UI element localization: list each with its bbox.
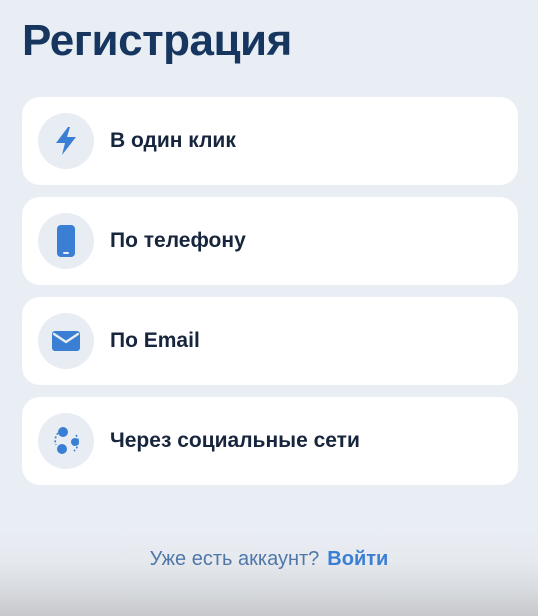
bottom-shade [0, 531, 538, 616]
option-label: По телефону [110, 229, 246, 252]
login-prompt: Уже есть аккаунт? Войти [0, 548, 538, 571]
login-prompt-text: Уже есть аккаунт? [149, 548, 320, 570]
login-link[interactable]: Войти [327, 548, 388, 570]
phone-icon [57, 225, 75, 257]
option-one-click[interactable]: В один клик [22, 97, 518, 185]
icon-badge [38, 413, 94, 469]
option-label: По Email [110, 329, 200, 352]
icon-badge [38, 213, 94, 269]
registration-options: В один клик По телефону По Email Через с… [22, 97, 518, 485]
icon-badge [38, 113, 94, 169]
icon-badge [38, 313, 94, 369]
option-label: В один клик [110, 129, 236, 152]
lightning-icon [56, 127, 76, 155]
social-network-icon [54, 427, 79, 454]
option-phone[interactable]: По телефону [22, 197, 518, 285]
option-email[interactable]: По Email [22, 297, 518, 385]
page-title: Регистрация [22, 16, 292, 65]
option-social[interactable]: Через социальные сети [22, 397, 518, 485]
envelope-icon [52, 331, 80, 351]
option-label: Через социальные сети [110, 429, 360, 452]
registration-screen: Регистрация В один клик По телефону По E… [0, 0, 538, 616]
